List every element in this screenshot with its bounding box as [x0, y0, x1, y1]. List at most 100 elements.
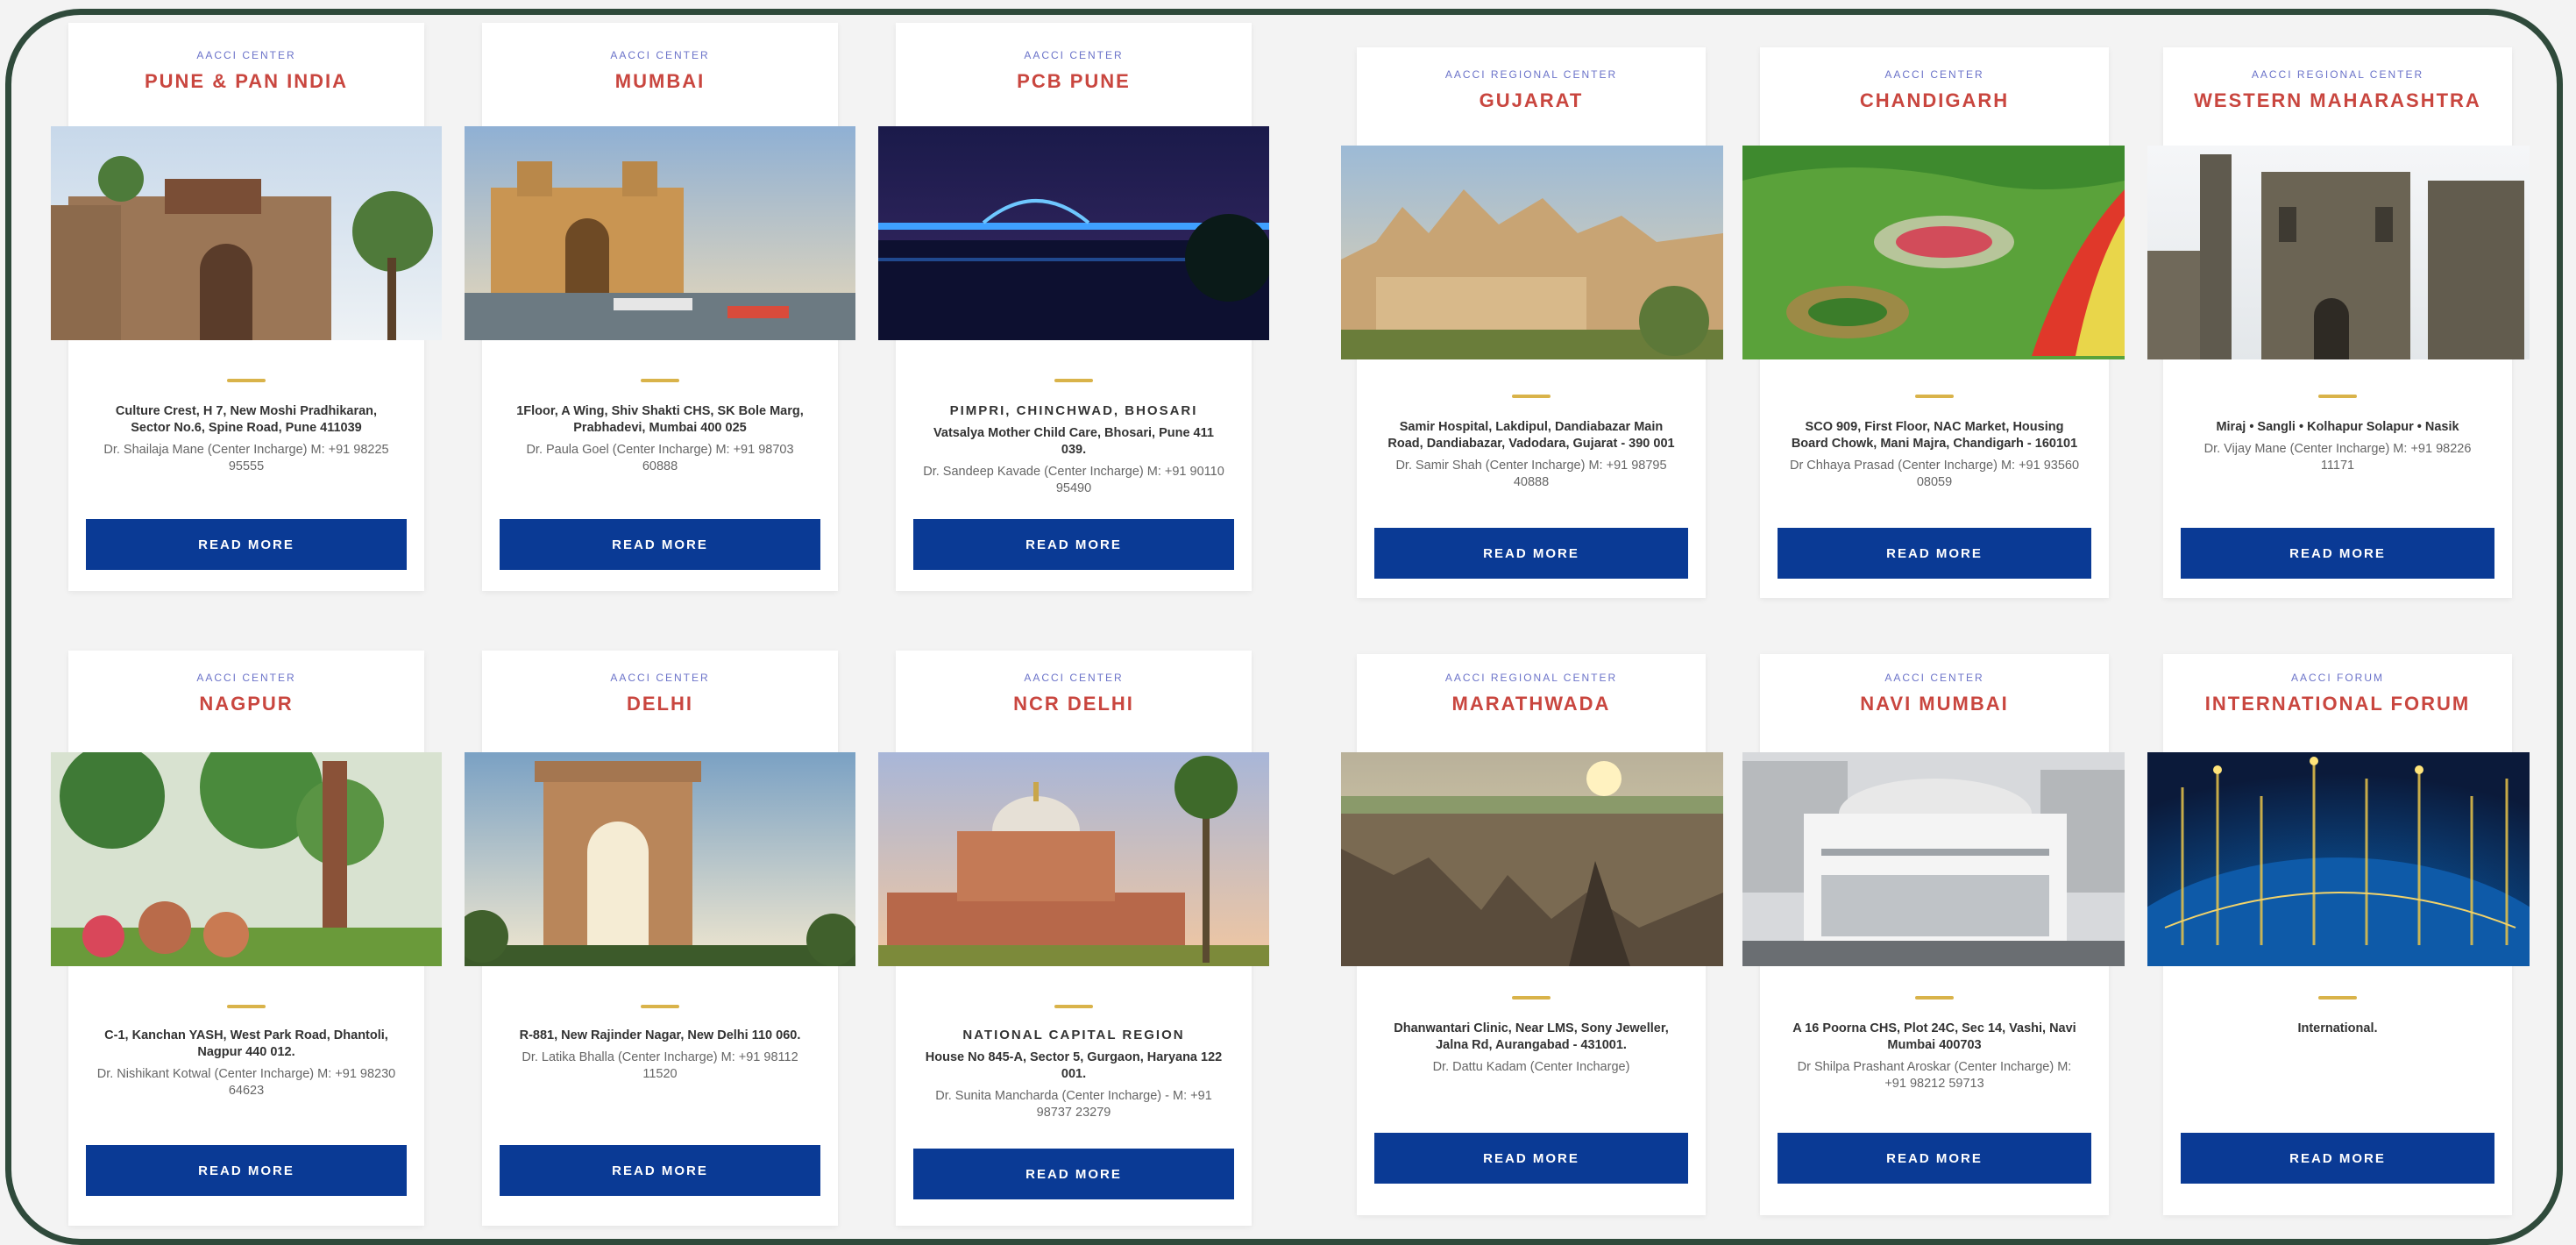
center-contact: Dr. Sandeep Kavade (Center Incharge) M: …: [923, 465, 1224, 495]
center-address: Samir Hospital, Lakdipul, Dandiabazar Ma…: [1387, 420, 1675, 451]
card-body: PIMPRI, CHINCHWAD, BHOSARI Vatsalya Mothe…: [922, 403, 1225, 497]
card-header: AACCI FORUM INTERNATIONAL FORUM: [2163, 672, 2512, 715]
center-address: SCO 909, First Floor, NAC Market, Housin…: [1791, 420, 2078, 451]
center-name: PCB PUNE: [1017, 70, 1131, 92]
gold-divider: [641, 1005, 679, 1008]
gold-divider: [2318, 996, 2357, 1000]
india-gate-photo: [465, 752, 855, 966]
center-address: House No 845-A, Sector 5, Gurgaon, Harya…: [925, 1050, 1223, 1081]
gold-divider: [641, 379, 679, 382]
center-contact: Dr. Nishikant Kotwal (Center Incharge) M…: [96, 1067, 396, 1098]
center-address: Dhanwantari Clinic, Near LMS, Sony Jewel…: [1394, 1021, 1669, 1052]
center-name: WESTERN MAHARASHTRA: [2194, 89, 2481, 111]
read-more-button[interactable]: READ MORE: [86, 519, 407, 570]
heritage-building-photo: [2147, 146, 2530, 359]
read-more-button[interactable]: READ MORE: [913, 1149, 1234, 1199]
humayun-tomb-photo: [878, 752, 1269, 966]
center-name: DELHI: [627, 693, 693, 715]
canyon-landscape-photo: [1341, 752, 1723, 966]
card-header: AACCI CENTER NCR DELHI: [896, 672, 1252, 715]
card-header: AACCI CENTER NAGPUR: [68, 672, 424, 715]
center-name: MUMBAI: [614, 70, 706, 92]
card-body: R-881, New Rajinder Nagar, New Delhi 110…: [508, 1028, 812, 1083]
center-name: INTERNATIONAL FORUM: [2204, 693, 2471, 715]
card-header: AACCI CENTER NAVI MUMBAI: [1760, 672, 2109, 715]
read-more-button[interactable]: READ MORE: [1778, 1133, 2091, 1184]
centers-grid: AACCI CENTER PUNE & PAN INDIA Culture Cre…: [0, 0, 2576, 1226]
center-region-label: PIMPRI, CHINCHWAD, BHOSARI: [949, 403, 1198, 418]
center-subtitle: AACCI REGIONAL CENTER: [1444, 672, 1618, 684]
center-contact: Dr. Latika Bhalla (Center Incharge) M: +…: [522, 1050, 798, 1081]
center-name: NAVI MUMBAI: [1860, 693, 2009, 715]
center-subtitle: AACCI CENTER: [610, 49, 710, 61]
gujarat-temple-photo: [1341, 146, 1723, 359]
card-body: Miraj • Sangli • Kolhapur Solapur • Nasi…: [2189, 419, 2486, 474]
read-more-button[interactable]: READ MORE: [500, 1145, 820, 1196]
night-bridge-photo: [878, 126, 1269, 340]
gold-divider: [1054, 1005, 1093, 1008]
center-address: Vatsalya Mother Child Care, Bhosari, Pun…: [933, 426, 1214, 457]
card-header: AACCI CENTER PUNE & PAN INDIA: [68, 49, 424, 93]
center-subtitle: AACCI CENTER: [1884, 672, 1984, 684]
read-more-button[interactable]: READ MORE: [1374, 1133, 1688, 1184]
gold-divider: [227, 1005, 266, 1008]
center-subtitle: AACCI CENTER: [1024, 672, 1124, 684]
gold-divider: [1054, 379, 1093, 382]
card-header: AACCI REGIONAL CENTER MARATHWADA: [1357, 672, 1706, 715]
card-body: NATIONAL CAPITAL REGION House No 845-A, S…: [922, 1028, 1225, 1121]
read-more-button[interactable]: READ MORE: [2181, 1133, 2494, 1184]
center-subtitle: AACCI REGIONAL CENTER: [1444, 68, 1618, 81]
center-subtitle: AACCI CENTER: [1024, 49, 1124, 61]
center-contact: Dr. Dattu Kadam (Center Incharge): [1432, 1060, 1630, 1074]
gold-divider: [1915, 996, 1954, 1000]
globe-network-photo: [2147, 752, 2530, 966]
read-more-button[interactable]: READ MORE: [913, 519, 1234, 570]
gold-divider: [1512, 996, 1551, 1000]
card-body: C-1, Kanchan YASH, West Park Road, Dhant…: [95, 1028, 398, 1099]
card-body: Culture Crest, H 7, New Moshi Pradhikara…: [95, 403, 398, 475]
read-more-button[interactable]: READ MORE: [2181, 528, 2494, 579]
rose-garden-photo: [1742, 146, 2125, 359]
nagpur-garden-photo: [51, 752, 442, 966]
card-body: Dhanwantari Clinic, Near LMS, Sony Jewel…: [1383, 1021, 1679, 1076]
card-body: A 16 Poorna CHS, Plot 24C, Sec 14, Vashi…: [1786, 1021, 2083, 1092]
center-name: CHANDIGARH: [1859, 89, 2010, 111]
center-name: NAGPUR: [199, 693, 294, 715]
center-contact: Dr. Paula Goel (Center Incharge) M: +91 …: [526, 443, 794, 473]
card-header: AACCI CENTER MUMBAI: [482, 49, 838, 93]
center-name: NCR DELHI: [1013, 693, 1134, 715]
card-header: AACCI CENTER PCB PUNE: [896, 49, 1252, 93]
read-more-button[interactable]: READ MORE: [1374, 528, 1688, 579]
center-contact: Dr. Samir Shah (Center Incharge) M: +91 …: [1395, 459, 1667, 489]
card-header: AACCI REGIONAL CENTER GUJARAT: [1357, 68, 1706, 112]
center-address: 1Floor, A Wing, Shiv Shakti CHS, SK Bole…: [516, 404, 804, 435]
center-contact: Dr Chhaya Prasad (Center Incharge) M: +9…: [1789, 459, 2080, 489]
center-subtitle: AACCI REGIONAL CENTER: [2251, 68, 2424, 81]
card-body: 1Floor, A Wing, Shiv Shakti CHS, SK Bole…: [508, 403, 812, 475]
center-contact: Dr Shilpa Prashant Aroskar (Center Incha…: [1797, 1060, 2072, 1091]
center-region-label: NATIONAL CAPITAL REGION: [962, 1028, 1185, 1042]
card-header: AACCI CENTER CHANDIGARH: [1760, 68, 2109, 112]
navi-mumbai-building-photo: [1742, 752, 2125, 966]
pune-fort-photo: [51, 126, 442, 340]
center-subtitle: AACCI CENTER: [196, 672, 296, 684]
card-body: International.: [2189, 1021, 2486, 1037]
center-address: A 16 Poorna CHS, Plot 24C, Sec 14, Vashi…: [1792, 1021, 2076, 1052]
card-header: AACCI REGIONAL CENTER WESTERN MAHARASHTRA: [2163, 68, 2512, 112]
center-name: GUJARAT: [1479, 89, 1584, 111]
gateway-of-india-photo: [465, 126, 855, 340]
center-address: Miraj • Sangli • Kolhapur Solapur • Nasi…: [2216, 420, 2459, 434]
center-contact: Dr. Sunita Mancharda (Center Incharge) -…: [935, 1089, 1212, 1120]
card-header: AACCI CENTER DELHI: [482, 672, 838, 715]
center-address: R-881, New Rajinder Nagar, New Delhi 110…: [519, 1028, 801, 1042]
center-contact: Dr. Vijay Mane (Center Incharge) M: +91 …: [2203, 442, 2472, 473]
center-name: PUNE & PAN INDIA: [144, 70, 349, 92]
center-subtitle: AACCI FORUM: [2291, 672, 2384, 684]
center-contact: Dr. Shailaja Mane (Center Incharge) M: +…: [103, 443, 389, 473]
read-more-button[interactable]: READ MORE: [500, 519, 820, 570]
read-more-button[interactable]: READ MORE: [86, 1145, 407, 1196]
read-more-button[interactable]: READ MORE: [1778, 528, 2091, 579]
center-address: International.: [2297, 1021, 2378, 1035]
gold-divider: [2318, 395, 2357, 398]
center-subtitle: AACCI CENTER: [610, 672, 710, 684]
